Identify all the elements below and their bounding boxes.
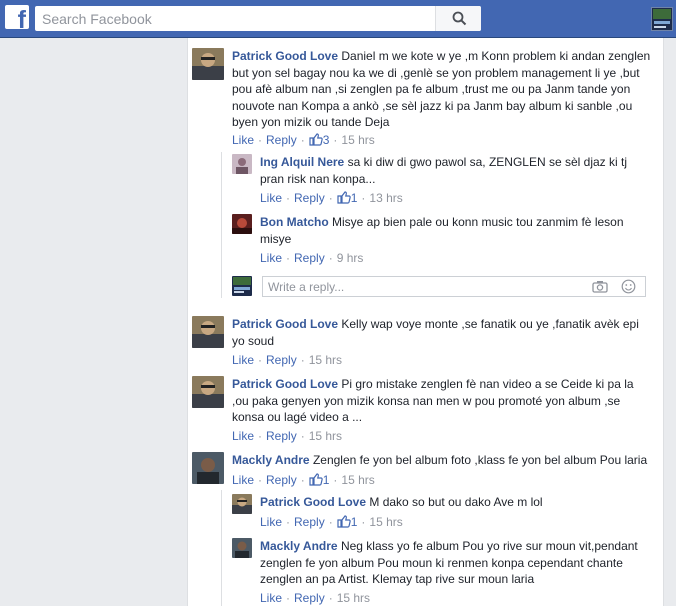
reply-link[interactable]: Reply	[266, 429, 297, 443]
reply-actions: Like · Reply · 1 · 15 hrs	[260, 515, 403, 529]
search-icon	[452, 11, 467, 26]
reply-actions: Like · Reply · 15 hrs	[260, 591, 371, 605]
like-link[interactable]: Like	[232, 353, 254, 367]
thumbs-up-icon[interactable]	[309, 133, 323, 146]
reply-thread-line	[221, 152, 222, 298]
avatar[interactable]	[192, 48, 224, 80]
comment-author[interactable]: Patrick Good Love	[232, 377, 338, 391]
like-link[interactable]: Like	[260, 591, 282, 605]
timestamp[interactable]: 13 hrs	[369, 191, 402, 205]
reply-thread-line	[221, 490, 222, 606]
reply-text: Ing Alquil Nere sa ki diw di gwo pawol s…	[260, 154, 650, 187]
reply-link[interactable]: Reply	[294, 515, 325, 529]
left-margin	[0, 38, 187, 606]
reply-author[interactable]: Ing Alquil Nere	[260, 155, 344, 169]
comment-text: Patrick Good Love Daniel m we kote w ye …	[232, 48, 652, 131]
comment-author[interactable]: Mackly Andre	[232, 453, 310, 467]
reply-author[interactable]: Patrick Good Love	[260, 495, 366, 509]
reply-text: Patrick Good Love M dako so but ou dako …	[260, 494, 650, 511]
comment-author[interactable]: Patrick Good Love	[232, 317, 338, 331]
avatar[interactable]	[192, 316, 224, 348]
thumbs-up-icon[interactable]	[337, 191, 351, 204]
comment-text: Mackly Andre Zenglen fe yon bel album fo…	[232, 452, 652, 469]
comment-text: Patrick Good Love Pi gro mistake zenglen…	[232, 376, 652, 426]
search-input[interactable]	[35, 6, 435, 31]
like-link[interactable]: Like	[232, 133, 254, 147]
like-link[interactable]: Like	[232, 473, 254, 487]
timestamp[interactable]: 15 hrs	[309, 429, 342, 443]
comment-author[interactable]: Patrick Good Love	[232, 49, 338, 63]
thumbs-up-icon[interactable]	[337, 515, 351, 528]
reply-link[interactable]: Reply	[294, 191, 325, 205]
comment-actions: Like · Reply · 3 · 15 hrs	[232, 133, 375, 147]
search-bar	[35, 6, 481, 31]
write-reply-input[interactable]	[263, 277, 583, 296]
avatar[interactable]	[192, 452, 224, 484]
like-link[interactable]: Like	[232, 429, 254, 443]
timestamp[interactable]: 15 hrs	[341, 473, 374, 487]
avatar[interactable]	[232, 154, 252, 174]
reply-actions: Like · Reply · 9 hrs	[260, 251, 364, 265]
comment-text: Patrick Good Love Kelly wap voye monte ,…	[232, 316, 652, 349]
facebook-logo-icon[interactable]: f	[5, 5, 29, 29]
emoji-icon[interactable]	[621, 279, 636, 294]
like-link[interactable]: Like	[260, 515, 282, 529]
reply-actions: Like · Reply · 1 · 13 hrs	[260, 191, 403, 205]
search-button[interactable]	[435, 6, 481, 31]
camera-icon[interactable]	[592, 280, 608, 293]
current-user-avatar	[232, 276, 252, 296]
avatar[interactable]	[232, 538, 252, 558]
reply-text: Bon Matcho Misye ap bien pale ou konn mu…	[260, 214, 650, 247]
timestamp[interactable]: 9 hrs	[337, 251, 364, 265]
reply-link[interactable]: Reply	[266, 473, 297, 487]
timestamp[interactable]: 15 hrs	[369, 515, 402, 529]
like-link[interactable]: Like	[260, 191, 282, 205]
reply-link[interactable]: Reply	[266, 353, 297, 367]
comment-message: Zenglen fe yon bel album foto ,klass fe …	[312, 453, 648, 467]
reply-message: M dako so but ou dako Ave m lol	[369, 495, 543, 509]
comment-actions: Like · Reply · 15 hrs	[232, 353, 343, 367]
avatar[interactable]	[192, 376, 224, 408]
timestamp[interactable]: 15 hrs	[341, 133, 374, 147]
reply-author[interactable]: Mackly Andre	[260, 539, 338, 553]
reply-author[interactable]: Bon Matcho	[260, 215, 329, 229]
comment-actions: Like · Reply · 1 · 15 hrs	[232, 473, 375, 487]
write-reply-box	[262, 276, 646, 297]
comment-actions: Like · Reply · 15 hrs	[232, 429, 343, 443]
avatar[interactable]	[232, 214, 252, 234]
reply-link[interactable]: Reply	[294, 591, 325, 605]
timestamp[interactable]: 15 hrs	[309, 353, 342, 367]
reply-text: Mackly Andre Neg klass yo fe album Pou y…	[260, 538, 650, 588]
thumbs-up-icon[interactable]	[309, 473, 323, 486]
right-margin	[664, 38, 676, 606]
like-link[interactable]: Like	[260, 251, 282, 265]
top-navigation-bar: f	[0, 0, 676, 38]
page-logo-icon[interactable]	[651, 7, 673, 31]
avatar[interactable]	[232, 494, 252, 514]
reply-link[interactable]: Reply	[266, 133, 297, 147]
reply-link[interactable]: Reply	[294, 251, 325, 265]
timestamp[interactable]: 15 hrs	[337, 591, 370, 605]
